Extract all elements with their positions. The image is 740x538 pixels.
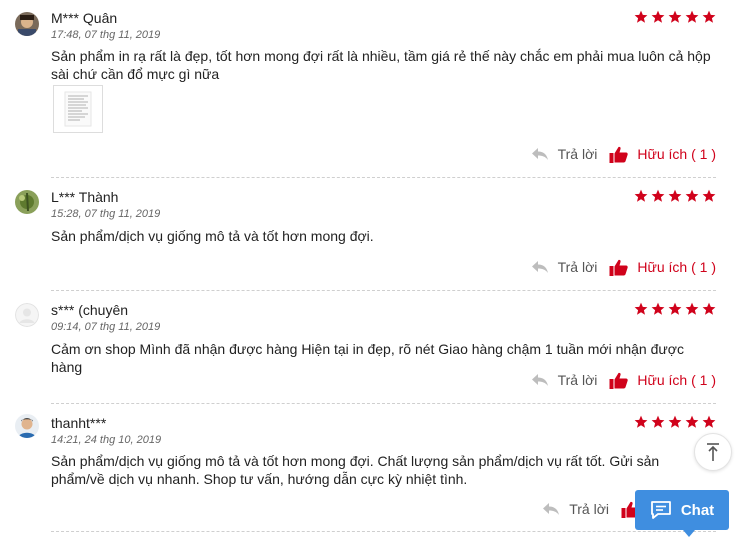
avatar (15, 190, 39, 214)
avatar (15, 414, 39, 438)
review-actions: Trả lời Hữu ích ( 1 ) (531, 257, 716, 277)
review-photo-thumbnail[interactable] (53, 85, 103, 133)
reply-button[interactable]: Trả lời (542, 501, 609, 517)
helpful-label: Hữu ích ( 1 ) (637, 146, 716, 162)
star-icon (668, 10, 682, 23)
thumbs-up-icon (609, 146, 629, 163)
star-icon (634, 415, 648, 428)
reply-label: Trả lời (569, 501, 609, 517)
chat-button[interactable]: Chat (635, 490, 729, 530)
star-icon (685, 415, 699, 428)
rating-stars (634, 302, 718, 316)
reply-icon (531, 148, 548, 160)
reply-icon (543, 503, 560, 515)
review-actions: Trả lời Hữu ích ( 1 ) (531, 370, 716, 390)
review-text: Sản phẩm/dịch vụ giống mô tả và tốt hơn … (51, 228, 374, 244)
star-icon (685, 10, 699, 23)
divider (51, 177, 716, 178)
review-actions: Trả lời Hữu ích ( 1 ) (531, 144, 716, 164)
review-time: 15:28, 07 thg 11, 2019 (51, 208, 161, 220)
reply-button[interactable]: Trả lời (531, 259, 598, 275)
reply-label: Trả lời (557, 372, 598, 388)
star-icon (634, 189, 648, 202)
scroll-to-top-icon (707, 443, 719, 461)
review-time: 14:21, 24 thg 10, 2019 (51, 434, 162, 446)
rating-stars (634, 10, 718, 24)
avatar (15, 12, 39, 36)
star-icon (668, 302, 682, 315)
review-time: 17:48, 07 thg 11, 2019 (51, 29, 161, 41)
helpful-label: Hữu ích ( 1 ) (637, 259, 716, 275)
helpful-button[interactable]: Hữu ích ( 1 ) (609, 146, 716, 163)
chat-bubble-icon (650, 501, 671, 519)
star-icon (651, 189, 665, 202)
rating-stars (634, 189, 718, 203)
star-icon (668, 189, 682, 202)
star-icon (634, 302, 648, 315)
chat-button-tail (683, 530, 695, 537)
star-icon (651, 302, 665, 315)
star-icon (685, 189, 699, 202)
rating-stars (634, 415, 718, 429)
star-icon (702, 302, 716, 315)
star-icon (668, 415, 682, 428)
divider (51, 403, 716, 404)
review-time: 09:14, 07 thg 11, 2019 (51, 321, 161, 333)
star-icon (702, 10, 716, 23)
reply-button[interactable]: Trả lời (531, 372, 598, 388)
thumbs-up-icon (609, 372, 629, 389)
thumbs-up-icon (609, 259, 629, 276)
reviewer-name: s*** (chuyên (51, 302, 129, 318)
divider (51, 290, 716, 291)
star-icon (685, 302, 699, 315)
star-icon (651, 415, 665, 428)
divider (51, 531, 716, 532)
reviewer-name: L*** Thành (51, 189, 119, 205)
review-text: Sản phẩm in rạ rất là đẹp, tốt hơn mong … (51, 48, 711, 82)
reply-label: Trả lời (557, 146, 598, 162)
star-icon (651, 10, 665, 23)
chat-label: Chat (680, 501, 715, 519)
reply-icon (531, 374, 548, 386)
star-icon (702, 415, 716, 428)
reviewer-name: M*** Quân (51, 10, 118, 26)
helpful-button[interactable]: Hữu ích ( 1 ) (609, 372, 716, 389)
scroll-to-top-button[interactable] (694, 433, 732, 471)
reply-button[interactable]: Trả lời (531, 146, 598, 162)
avatar (15, 303, 39, 327)
review-text: Sản phẩm/dịch vụ giống mô tả và tốt hơn … (51, 453, 660, 487)
star-icon (702, 189, 716, 202)
star-icon (634, 10, 648, 23)
reviewer-name: thanht*** (51, 415, 107, 431)
reply-label: Trả lời (557, 259, 598, 275)
helpful-label: Hữu ích ( 1 ) (637, 372, 716, 388)
reply-icon (531, 261, 548, 273)
helpful-button[interactable]: Hữu ích ( 1 ) (609, 259, 716, 276)
